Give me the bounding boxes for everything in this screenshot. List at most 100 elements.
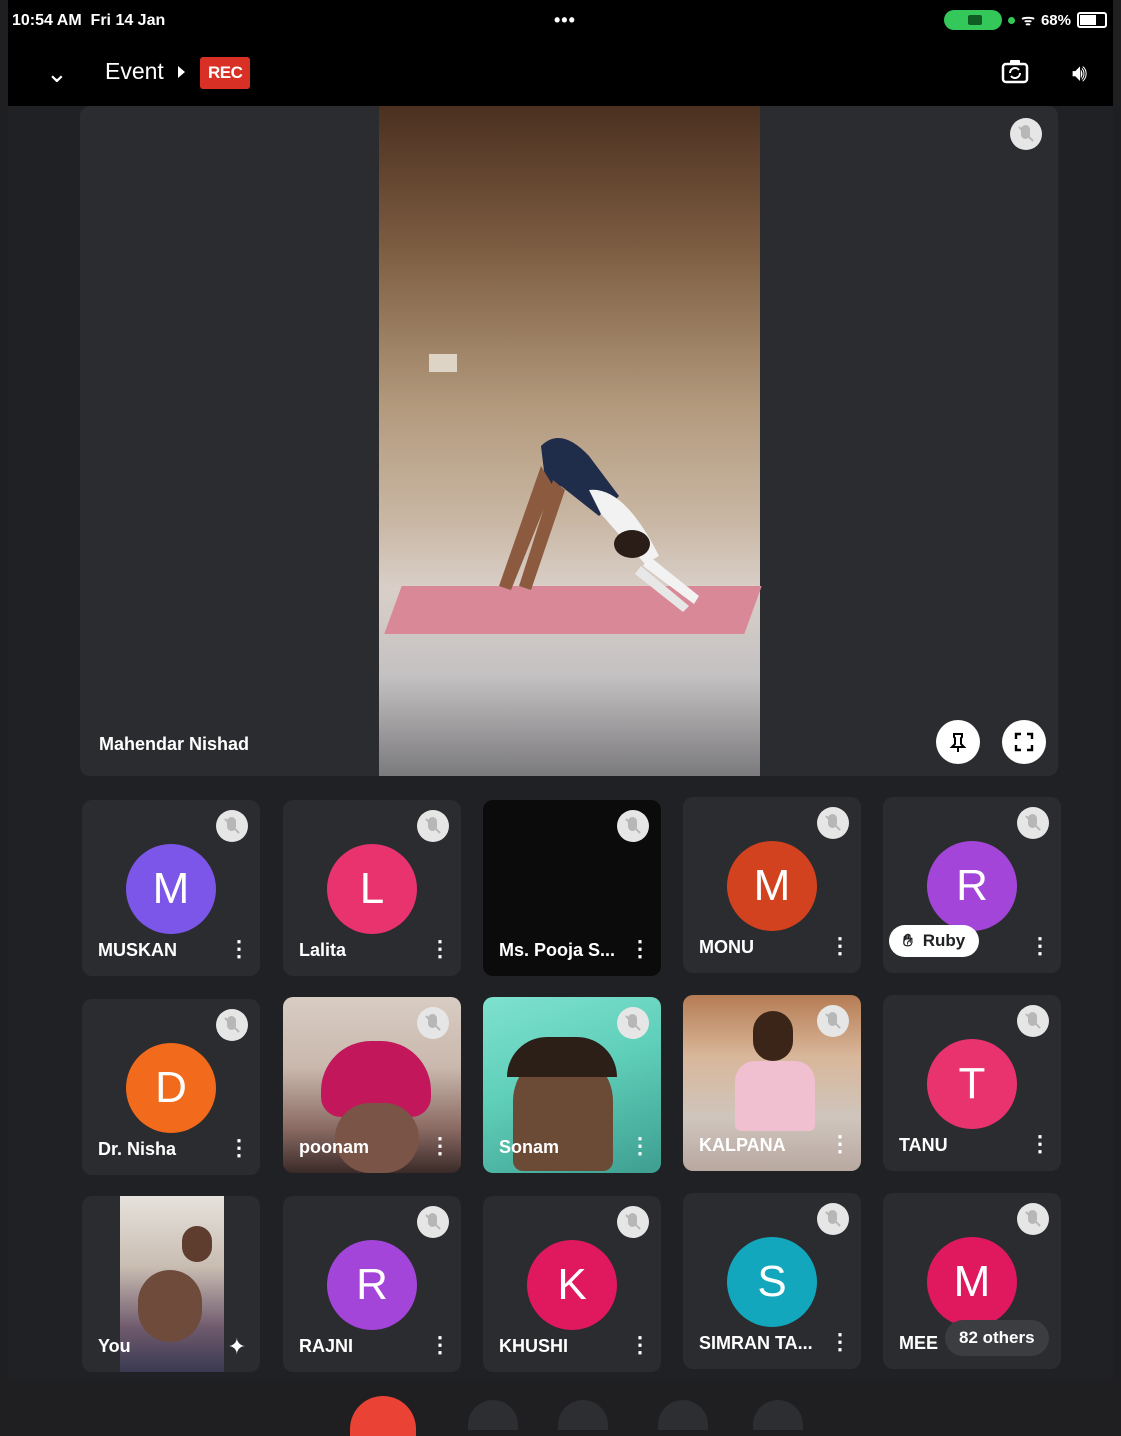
participant-tile[interactable]: S SIMRAN TA... ⋮ <box>683 1193 861 1369</box>
mic-off-icon <box>1010 118 1042 150</box>
more-options-icon[interactable]: ⋮ <box>429 1332 451 1358</box>
mic-off-icon <box>417 810 449 842</box>
speaker-video-feed <box>379 106 762 776</box>
participant-tile[interactable]: D Dr. Nisha ⋮ <box>82 999 260 1175</box>
mic-off-icon <box>817 1203 849 1235</box>
participant-tile[interactable]: R RAJNI ⋮ <box>283 1196 461 1372</box>
avatar: L <box>327 844 417 934</box>
more-options-icon[interactable]: ⋮ <box>228 1135 250 1161</box>
participant-name: You <box>98 1336 131 1356</box>
status-time: 10:54 AM Fri 14 Jan <box>12 12 166 29</box>
avatar: R <box>927 841 1017 931</box>
more-options-icon[interactable]: ⋮ <box>829 933 851 959</box>
call-controls-bar <box>8 1380 1113 1436</box>
mic-off-icon <box>817 807 849 839</box>
more-options-icon[interactable]: ⋮ <box>629 936 651 962</box>
mic-off-icon <box>617 810 649 842</box>
participant-name: MONU <box>699 937 754 957</box>
status-bar: 10:54 AM Fri 14 Jan ••• ᯤ 68% <box>8 0 1113 44</box>
participant-tile[interactable]: Ms. Pooja S... ⋮ <box>483 800 661 976</box>
participant-tile[interactable]: M MUSKAN ⋮ <box>82 800 260 976</box>
avatar: M <box>927 1237 1017 1327</box>
more-options-icon[interactable]: ⋮ <box>629 1332 651 1358</box>
participant-name: Ruby <box>922 931 966 950</box>
more-options-icon[interactable]: ⋮ <box>429 936 451 962</box>
effects-sparkle-icon[interactable]: ✦ <box>228 1334 246 1360</box>
participant-name: TANU <box>899 1135 948 1155</box>
participant-name: KHUSHI <box>499 1336 569 1356</box>
multitask-dots-icon[interactable]: ••• <box>554 10 576 31</box>
camera-dot-icon <box>1008 16 1016 24</box>
participant-name: Dr. Nisha <box>98 1139 177 1159</box>
more-options-icon[interactable]: ⋮ <box>829 1131 851 1157</box>
participant-tile[interactable]: T TANU ⋮ <box>883 995 1061 1171</box>
avatar: M <box>727 841 817 931</box>
chevron-down-icon[interactable]: ⌄ <box>46 58 68 89</box>
yoga-person <box>499 438 699 612</box>
participant-tile[interactable]: M MEE 82 others <box>883 1193 1061 1369</box>
self-view-tile[interactable]: You ✦ <box>82 1196 260 1372</box>
participant-name: MUSKAN <box>98 940 177 960</box>
call-indicator-icon <box>944 10 1003 30</box>
participant-name: RAJNI <box>299 1336 354 1356</box>
participant-tile[interactable]: Sonam ⋮ <box>483 997 661 1173</box>
battery-icon <box>1077 12 1107 28</box>
rec-badge: REC <box>200 57 251 89</box>
mic-off-icon <box>417 1007 449 1039</box>
participant-tile[interactable]: R ✋︎ Ruby ⋮ <box>883 797 1061 973</box>
participant-tile[interactable]: L Lalita ⋮ <box>283 800 461 976</box>
control-button[interactable] <box>468 1400 518 1430</box>
control-button[interactable] <box>753 1400 803 1430</box>
others-count-button[interactable]: 82 others <box>945 1320 1049 1356</box>
control-button[interactable] <box>658 1400 708 1430</box>
participant-tile[interactable]: K KHUSHI ⋮ <box>483 1196 661 1372</box>
participant-name: Ms. Pooja S... <box>499 940 616 960</box>
mic-off-icon <box>1017 1005 1049 1037</box>
participant-name: KALPANA <box>699 1135 786 1155</box>
avatar: T <box>927 1039 1017 1129</box>
raised-hand-badge: ✋︎ Ruby <box>889 925 980 957</box>
meet-screen: 10:54 AM Fri 14 Jan ••• ᯤ 68% ⌄ Event RE… <box>8 0 1113 1436</box>
more-options-icon[interactable]: ⋮ <box>629 1133 651 1159</box>
mic-off-icon <box>617 1007 649 1039</box>
speaker-icon[interactable]: 🔊︎ <box>1072 60 1087 88</box>
avatar: S <box>727 1237 817 1327</box>
status-indicators: ᯤ 68% <box>944 10 1107 30</box>
more-options-icon[interactable]: ⋮ <box>429 1133 451 1159</box>
participant-tile[interactable]: poonam ⋮ <box>283 997 461 1173</box>
mic-off-icon <box>216 1009 248 1041</box>
mic-off-icon <box>1017 807 1049 839</box>
wifi-icon: ᯤ <box>1021 12 1035 29</box>
participant-name: Lalita <box>299 940 347 960</box>
participant-name: poonam <box>299 1137 369 1157</box>
speaker-name: Mahendar Nishad <box>99 734 250 754</box>
raised-hand-icon: ✋︎ <box>903 931 913 950</box>
avatar: D <box>126 1043 216 1133</box>
participant-name: Sonam <box>499 1137 560 1157</box>
participant-tile[interactable]: M MONU ⋮ <box>683 797 861 973</box>
avatar: R <box>327 1240 417 1330</box>
main-video-tile[interactable]: Mahendar Nishad <box>80 106 1058 776</box>
wall-switch <box>429 354 457 372</box>
participant-tile[interactable]: KALPANA ⋮ <box>683 995 861 1171</box>
mic-off-icon <box>817 1005 849 1037</box>
more-options-icon[interactable]: ⋮ <box>1029 933 1051 959</box>
mic-off-icon <box>417 1206 449 1238</box>
participant-name: SIMRAN TA... <box>699 1333 813 1353</box>
meeting-title[interactable]: Event <box>105 58 164 85</box>
mic-off-icon <box>216 810 248 842</box>
avatar: K <box>527 1240 617 1330</box>
leave-call-button[interactable] <box>350 1396 416 1436</box>
mic-off-icon <box>1017 1203 1049 1235</box>
fullscreen-icon[interactable] <box>1002 720 1046 764</box>
switch-camera-icon[interactable] <box>1001 58 1029 86</box>
more-options-icon[interactable]: ⋮ <box>1029 1131 1051 1157</box>
mic-off-icon <box>617 1206 649 1238</box>
play-arrow-icon <box>178 66 185 78</box>
battery-level: 68% <box>1040 11 1071 29</box>
pin-icon[interactable] <box>936 720 980 764</box>
more-options-icon[interactable]: ⋮ <box>228 936 250 962</box>
more-options-icon[interactable]: ⋮ <box>829 1329 851 1355</box>
control-button[interactable] <box>558 1400 608 1430</box>
app-bar: ⌄ Event REC 🔊︎ <box>8 44 1113 106</box>
